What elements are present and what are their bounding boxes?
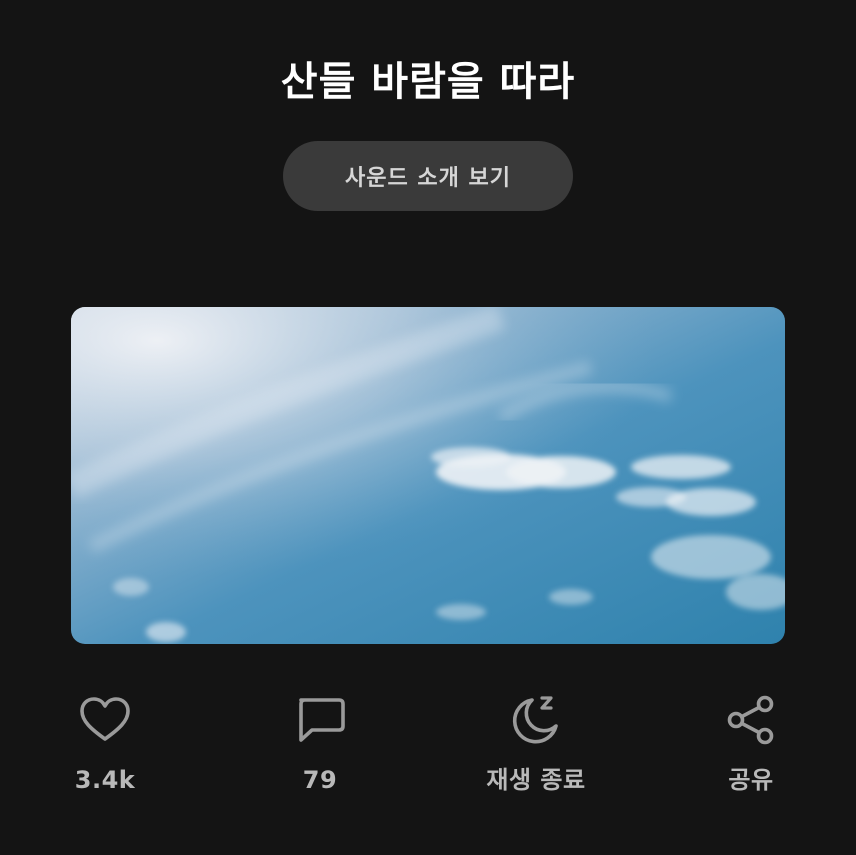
cover-image (71, 307, 785, 644)
share-button[interactable]: 공유 (671, 690, 831, 796)
like-count: 3.4k (74, 766, 136, 794)
like-button[interactable]: 3.4k (25, 690, 185, 796)
page-title: 산들 바람을 따라 (280, 59, 576, 105)
action-bar: 3.4k 79 재생 종료 공유 (0, 690, 856, 810)
comment-icon (290, 690, 350, 750)
comment-button[interactable]: 79 (240, 690, 400, 796)
share-label: 공유 (728, 766, 774, 794)
sound-detail-screen: 산들 바람을 따라 사운드 소개 보기 3.4k 79 재생 종료 공유 (0, 0, 856, 855)
comment-count: 79 (302, 766, 338, 794)
share-icon (721, 690, 781, 750)
sound-intro-button[interactable]: 사운드 소개 보기 (283, 141, 573, 211)
moon-sleep-icon (506, 690, 566, 750)
sleep-timer-button[interactable]: 재생 종료 (456, 690, 616, 796)
heart-icon (75, 690, 135, 750)
sleep-timer-label: 재생 종료 (486, 766, 586, 794)
